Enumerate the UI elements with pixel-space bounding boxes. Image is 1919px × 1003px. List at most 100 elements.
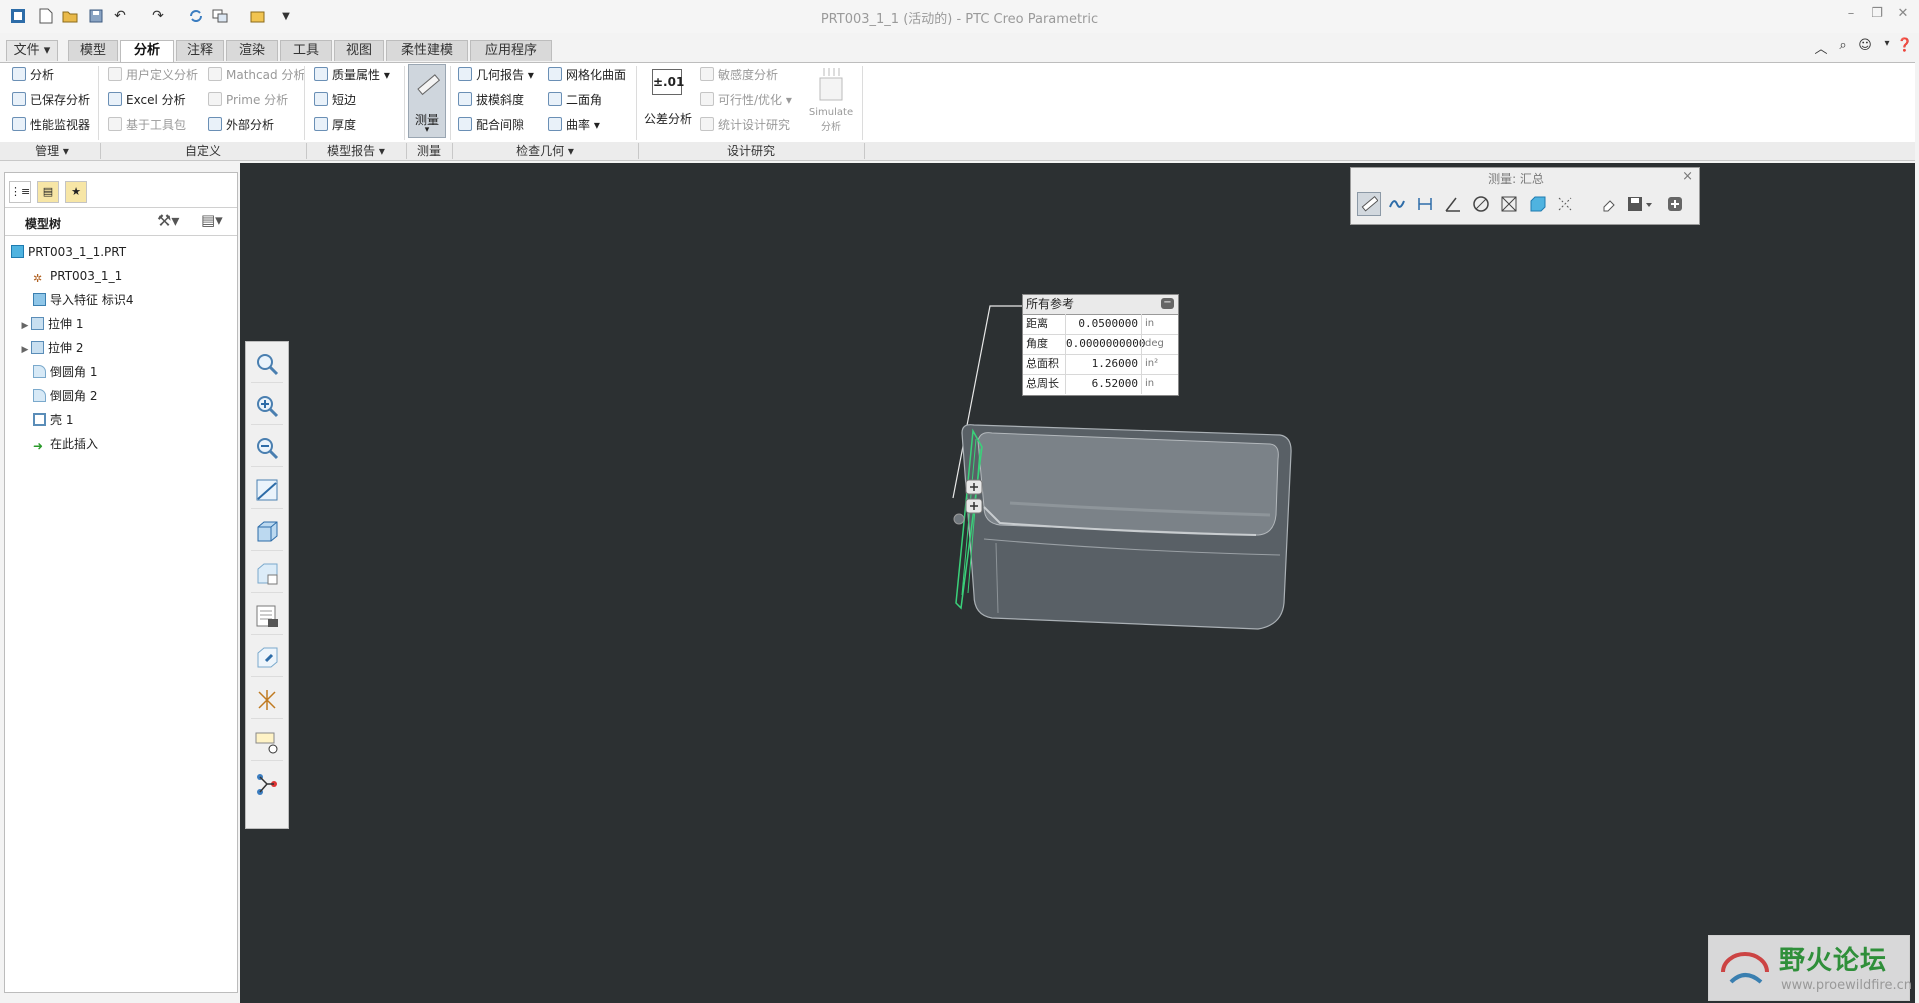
close-icon[interactable]: × bbox=[1682, 169, 1693, 184]
tab-render[interactable]: 渲染 bbox=[226, 40, 278, 61]
expand-icon[interactable]: ▶ bbox=[19, 316, 31, 336]
zoom-in-button[interactable] bbox=[251, 388, 283, 425]
group-model-report[interactable]: 模型报告 ▾ bbox=[306, 143, 407, 159]
measure-button[interactable]: 测量 ▾ bbox=[408, 64, 446, 138]
tree-item-extrude-2[interactable]: ▶ 拉伸 2 bbox=[19, 338, 83, 358]
expand-results-button[interactable] bbox=[1663, 192, 1687, 216]
save-icon[interactable] bbox=[86, 6, 106, 26]
group-manage[interactable]: 管理 ▾ bbox=[4, 143, 101, 159]
refit-button[interactable] bbox=[251, 346, 283, 383]
analysis-icon bbox=[12, 67, 26, 81]
group-inspect-geometry[interactable]: 检查几何 ▾ bbox=[452, 143, 639, 159]
dihedral-angle-button[interactable]: 二面角 bbox=[548, 90, 602, 110]
tree-item-insert-here[interactable]: ➜ 在此插入 bbox=[33, 434, 98, 454]
new-file-icon[interactable] bbox=[36, 6, 56, 26]
diameter-measure-button[interactable] bbox=[1469, 192, 1493, 216]
user-defined-analysis-button[interactable]: 用户定义分析 bbox=[108, 65, 198, 85]
tab-applications[interactable]: 应用程序 bbox=[470, 40, 552, 61]
tab-view[interactable]: 视图 bbox=[334, 40, 384, 61]
part-icon bbox=[11, 245, 24, 258]
tolerance-analysis-button[interactable]: ±.01 公差分析 bbox=[644, 66, 692, 138]
graphics-area[interactable] bbox=[240, 163, 1915, 1003]
open-folder-icon[interactable] bbox=[60, 6, 80, 26]
tree-item-csys[interactable]: ✲ PRT003_1_1 bbox=[33, 266, 122, 286]
curvature-button[interactable]: 曲率 ▾ bbox=[548, 115, 600, 135]
tree-settings-icon[interactable]: ⚒▾ bbox=[157, 211, 179, 230]
mesh-surface-button[interactable]: 网格化曲面 bbox=[548, 65, 626, 85]
annotation-display-button[interactable] bbox=[251, 724, 283, 761]
view-manager-button[interactable] bbox=[251, 598, 283, 635]
clearance-button[interactable]: 配合间隙 bbox=[458, 115, 524, 135]
spin-center-button[interactable] bbox=[251, 766, 283, 802]
tab-flexible-modeling[interactable]: 柔性建模 bbox=[386, 40, 468, 61]
perspective-view-button[interactable] bbox=[251, 640, 283, 677]
tab-tools[interactable]: 工具 bbox=[280, 40, 332, 61]
repaint-button[interactable] bbox=[251, 472, 283, 509]
tab-favorites-icon[interactable]: ★ bbox=[65, 181, 87, 203]
toolkit-based-button[interactable]: 基于工具包 bbox=[108, 115, 186, 135]
tree-item-import-feature[interactable]: 导入特征 标识4 bbox=[33, 290, 133, 310]
area-measure-button[interactable] bbox=[1497, 192, 1521, 216]
mass-properties-button[interactable]: 质量属性 ▾ bbox=[314, 65, 390, 85]
thickness-button[interactable]: 厚度 bbox=[314, 115, 356, 135]
tab-file[interactable]: 文件 ▾ bbox=[6, 40, 58, 61]
mathcad-analysis-button[interactable]: Mathcad 分析 bbox=[208, 65, 305, 85]
ribbon-tabs: 文件 ▾ 模型 分析 注释 渲染 工具 视图 柔性建模 应用程序 bbox=[0, 40, 1919, 63]
short-edge-button[interactable]: 短边 bbox=[314, 90, 356, 110]
tab-analysis[interactable]: 分析 bbox=[120, 40, 174, 63]
dropdown-icon[interactable]: ▾ bbox=[1878, 38, 1896, 56]
windows-icon[interactable] bbox=[210, 6, 230, 26]
performance-monitor-button[interactable]: 性能监视器 bbox=[12, 115, 90, 135]
distance-measure-button[interactable] bbox=[1413, 192, 1437, 216]
expand-icon[interactable]: ▶ bbox=[19, 340, 31, 360]
tree-item-round-1[interactable]: 倒圆角 1 bbox=[33, 362, 97, 382]
collapse-icon[interactable]: − bbox=[1161, 298, 1174, 309]
measure-result-panel[interactable]: 所有参考 − 距离 0.0500000 in 角度 0.0000000000 deg 总… bbox=[1022, 294, 1179, 396]
app-menu-icon[interactable] bbox=[8, 6, 28, 26]
display-style-button[interactable] bbox=[251, 514, 283, 551]
minimize-button[interactable]: – bbox=[1840, 6, 1862, 26]
help-icon[interactable]: ❓ bbox=[1896, 38, 1914, 56]
tree-item-round-2[interactable]: 倒圆角 2 bbox=[33, 386, 97, 406]
transform-measure-button[interactable] bbox=[1553, 192, 1577, 216]
tab-annotate[interactable]: 注释 bbox=[176, 40, 224, 61]
external-analysis-button[interactable]: 外部分析 bbox=[208, 115, 274, 135]
collapse-ribbon-icon[interactable]: ︿ bbox=[1812, 38, 1830, 57]
statistical-design-study-button[interactable]: 统计设计研究 bbox=[700, 115, 790, 135]
customize-qat-icon[interactable]: ▼ bbox=[276, 6, 296, 26]
saved-analysis-button[interactable]: 已保存分析 bbox=[12, 90, 90, 110]
sensitivity-analysis-button[interactable]: 敏感度分析 bbox=[700, 65, 778, 85]
tree-item-part[interactable]: PRT003_1_1.PRT bbox=[11, 242, 126, 262]
redo-icon[interactable]: ↷ bbox=[148, 6, 168, 26]
community-icon[interactable]: ☺ bbox=[1856, 38, 1874, 56]
simulate-analysis-button[interactable]: Simulate 分析 bbox=[806, 66, 856, 138]
feasibility-button[interactable]: 可行性/优化 ▾ bbox=[700, 90, 792, 110]
save-measure-button[interactable] bbox=[1625, 192, 1655, 216]
excel-analysis-button[interactable]: Excel 分析 bbox=[108, 90, 186, 110]
prime-analysis-button[interactable]: Prime 分析 bbox=[208, 90, 288, 110]
clear-button[interactable] bbox=[1597, 192, 1621, 216]
geometry-report-button[interactable]: 几何报告 ▾ bbox=[458, 65, 534, 85]
saved-orientations-button[interactable] bbox=[251, 556, 283, 593]
search-icon[interactable]: ⌕ bbox=[1834, 38, 1852, 56]
close-window-icon[interactable] bbox=[248, 6, 268, 26]
restore-button[interactable]: ❐ bbox=[1866, 6, 1888, 26]
tree-item-shell-1[interactable]: 壳 1 bbox=[33, 410, 73, 430]
tree-item-extrude-1[interactable]: ▶ 拉伸 1 bbox=[19, 314, 83, 334]
undo-icon[interactable]: ↶ bbox=[110, 6, 130, 26]
tab-model[interactable]: 模型 bbox=[68, 40, 118, 61]
angle-measure-button[interactable] bbox=[1441, 192, 1465, 216]
zoom-out-button[interactable] bbox=[251, 430, 283, 467]
tab-model-tree-icon[interactable]: ⋮≡ bbox=[9, 181, 31, 203]
tree-show-icon[interactable]: ▤▾ bbox=[201, 211, 223, 229]
datum-display-button[interactable] bbox=[251, 682, 283, 719]
summary-measure-button[interactable] bbox=[1357, 192, 1381, 216]
draft-button[interactable]: 拔模斜度 bbox=[458, 90, 524, 110]
analysis-button[interactable]: 分析 bbox=[12, 65, 54, 85]
tab-folder-browser-icon[interactable]: ▤ bbox=[37, 181, 59, 203]
close-button[interactable]: ✕ bbox=[1892, 6, 1914, 26]
length-measure-button[interactable] bbox=[1385, 192, 1409, 216]
volume-measure-button[interactable] bbox=[1525, 192, 1549, 216]
extrude-icon bbox=[31, 341, 44, 354]
regenerate-icon[interactable] bbox=[186, 6, 206, 26]
